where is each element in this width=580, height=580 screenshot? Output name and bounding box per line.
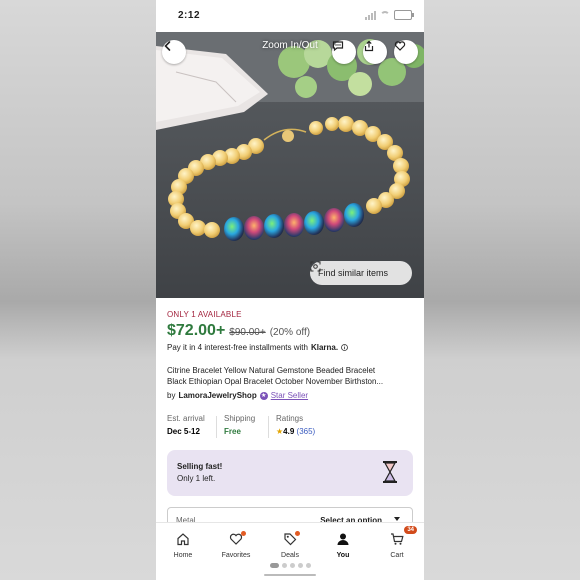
wifi-icon bbox=[380, 11, 390, 19]
tab-you-label: You bbox=[336, 552, 350, 559]
selling-fast-banner: Selling fast! Only 1 left. bbox=[167, 450, 413, 496]
status-icons bbox=[365, 10, 414, 20]
message-icon bbox=[332, 41, 344, 52]
installments-text: Pay it in 4 interest-free installments w… bbox=[167, 343, 308, 352]
tab-favorites[interactable]: Favorites bbox=[216, 531, 256, 559]
battery-icon bbox=[394, 10, 414, 20]
shipping-label: Shipping bbox=[224, 414, 256, 423]
rating-value: 4.9 bbox=[283, 427, 295, 436]
share-button[interactable] bbox=[363, 40, 387, 64]
divider bbox=[216, 416, 217, 438]
tab-cart[interactable]: 34 Cart bbox=[377, 526, 417, 559]
arrival-label: Est. arrival bbox=[167, 414, 205, 423]
tab-deals[interactable]: Deals bbox=[270, 531, 310, 559]
ratings-column[interactable]: Ratings ★4.9 (365) bbox=[276, 414, 315, 436]
you-icon bbox=[337, 533, 349, 545]
listing-title[interactable]: Citrine Bracelet Yellow Natural Gemstone… bbox=[167, 365, 415, 387]
star-seller-link[interactable]: Star Seller bbox=[271, 391, 308, 400]
phone-screen: 2:12 Zoom In/Out Find similar items ONLY… bbox=[156, 0, 424, 580]
scan-icon bbox=[310, 261, 321, 272]
tab-deals-label: Deals bbox=[281, 552, 299, 559]
bottom-tab-bar: Home Favorites Deals You 34 Cart bbox=[156, 522, 424, 580]
availability-text: ONLY 1 AVAILABLE bbox=[167, 310, 242, 319]
shipping-value: Free bbox=[224, 427, 241, 436]
by-label: by bbox=[167, 391, 176, 400]
star-seller-icon: ★ bbox=[259, 391, 268, 400]
arrival-column: Est. arrival Dec 5-12 bbox=[167, 414, 205, 436]
chevron-down-icon bbox=[394, 517, 400, 521]
home-icon bbox=[177, 533, 189, 546]
ratings-label: Ratings bbox=[276, 414, 304, 423]
home-indicator bbox=[264, 574, 316, 576]
listing-details: ONLY 1 AVAILABLE $72.00+ $90.00+ (20% of… bbox=[156, 298, 424, 527]
page-indicator bbox=[262, 563, 318, 569]
klarna-row[interactable]: Pay it in 4 interest-free installments w… bbox=[167, 343, 348, 352]
status-bar: 2:12 bbox=[156, 0, 424, 32]
tab-you[interactable]: You bbox=[323, 531, 363, 559]
favorite-button[interactable] bbox=[394, 40, 418, 64]
rating-count-link[interactable]: (365) bbox=[297, 427, 316, 436]
price-row: $72.00+ $90.00+ (20% off) bbox=[167, 322, 310, 340]
shop-name-link[interactable]: LamoraJewelryShop bbox=[178, 391, 256, 400]
find-similar-label: Find similar items bbox=[318, 268, 389, 278]
selling-fast-subtitle: Only 1 left. bbox=[177, 474, 216, 483]
title-line-2: Black Ethiopian Opal Bracelet October No… bbox=[167, 377, 384, 386]
tab-home-label: Home bbox=[173, 552, 193, 559]
original-price: $90.00+ bbox=[229, 327, 266, 338]
tab-favorites-label: Favorites bbox=[221, 552, 251, 559]
hourglass-icon bbox=[383, 461, 397, 483]
cart-count-badge: 34 bbox=[404, 526, 417, 534]
status-time: 2:12 bbox=[178, 10, 201, 21]
signal-icon bbox=[365, 10, 376, 20]
ratings-value: ★4.9 (365) bbox=[276, 427, 315, 436]
info-icon[interactable] bbox=[341, 344, 348, 351]
share-icon bbox=[364, 40, 374, 52]
delivery-info: Est. arrival Dec 5-12 Shipping Free Rati… bbox=[167, 414, 417, 440]
arrival-value: Dec 5-12 bbox=[167, 427, 200, 436]
klarna-logo: Klarna. bbox=[310, 343, 339, 352]
tab-cart-label: Cart bbox=[390, 552, 404, 559]
shop-row: by LamoraJewelryShop ★ Star Seller bbox=[167, 391, 308, 400]
bracelet-image bbox=[156, 32, 424, 298]
product-photo[interactable]: Zoom In/Out Find similar items bbox=[156, 32, 424, 298]
shipping-column: Shipping Free bbox=[224, 414, 255, 436]
notification-dot bbox=[241, 531, 246, 536]
heart-icon bbox=[394, 41, 406, 51]
selling-fast-title: Selling fast! bbox=[177, 462, 223, 471]
notification-dot bbox=[295, 531, 300, 536]
find-similar-button[interactable]: Find similar items bbox=[310, 261, 412, 285]
message-button[interactable] bbox=[332, 40, 356, 64]
divider bbox=[268, 416, 269, 438]
current-price: $72.00+ bbox=[167, 322, 226, 339]
cart-icon bbox=[391, 533, 404, 545]
title-line-1: Citrine Bracelet Yellow Natural Gemstone… bbox=[167, 366, 376, 375]
tab-home[interactable]: Home bbox=[163, 531, 203, 559]
discount-text: (20% off) bbox=[269, 327, 311, 338]
